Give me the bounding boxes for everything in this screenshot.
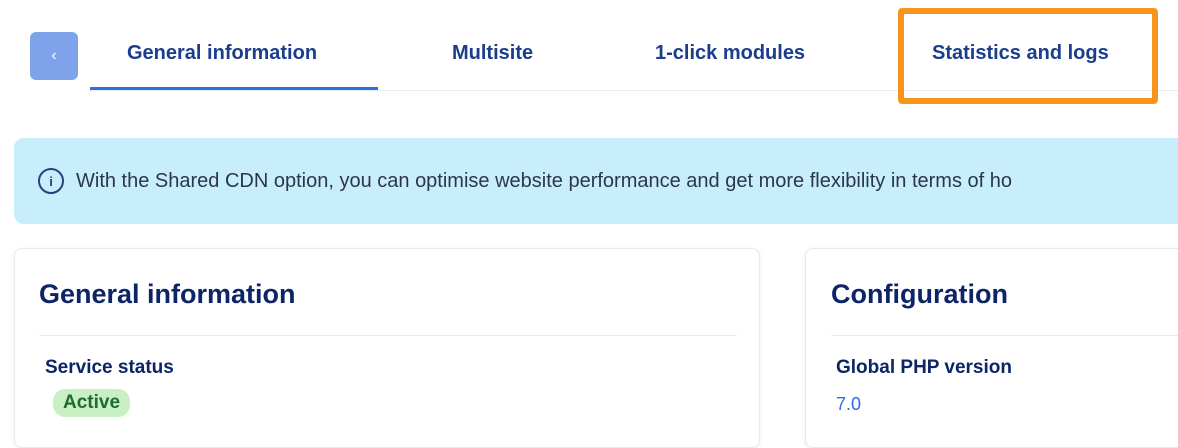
highlight-box: [898, 8, 1158, 104]
configuration-card: Configuration Global PHP version 7.0: [805, 248, 1178, 448]
chevron-left-icon: ‹: [51, 47, 57, 64]
tab-general-information[interactable]: General information: [127, 42, 317, 72]
php-version-value[interactable]: 7.0: [836, 394, 861, 415]
status-badge: Active: [53, 389, 131, 417]
card-title: General information: [39, 279, 296, 309]
card-divider: [831, 335, 1178, 336]
info-circle-icon: i: [38, 168, 64, 194]
back-button[interactable]: ‹: [30, 32, 78, 80]
card-title: Configuration: [831, 279, 1008, 309]
info-banner: i With the Shared CDN option, you can op…: [14, 138, 1178, 224]
active-tab-underline: [90, 87, 378, 90]
service-status-label: Service status: [45, 357, 174, 378]
php-version-label: Global PHP version: [836, 357, 1012, 378]
tab-multisite[interactable]: Multisite: [452, 42, 533, 72]
tab-1-click-modules[interactable]: 1-click modules: [655, 42, 805, 72]
banner-text: With the Shared CDN option, you can opti…: [76, 169, 1012, 192]
general-information-card: General information Service status Activ…: [14, 248, 760, 448]
card-divider: [39, 335, 737, 336]
